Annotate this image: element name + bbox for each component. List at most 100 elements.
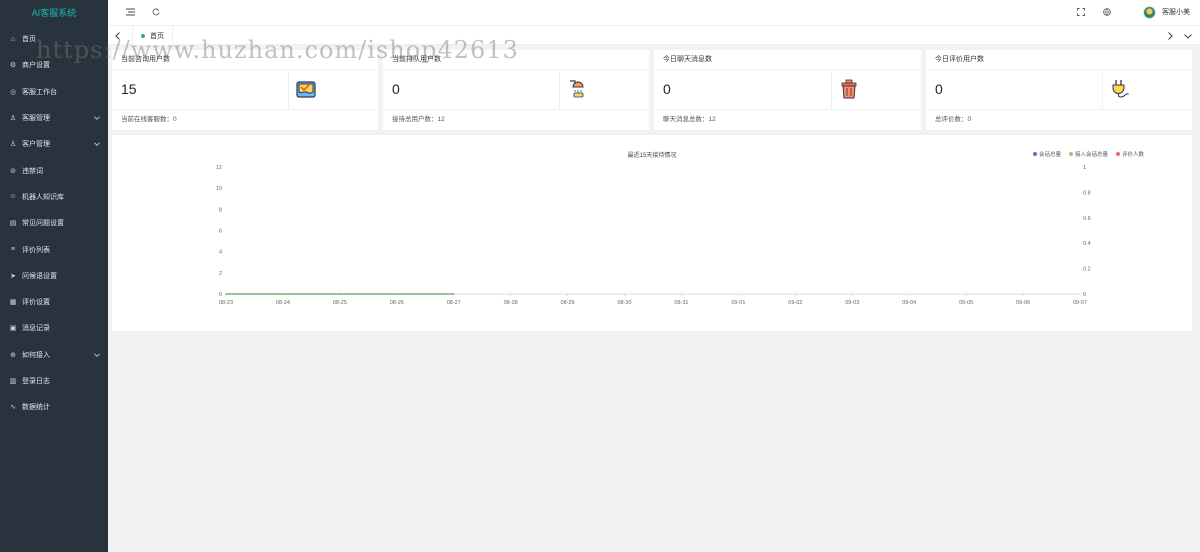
legend-label: 会话总量 — [1038, 152, 1061, 158]
x-tick-label: 08-31 — [674, 300, 688, 306]
robot-icon: ☺ — [9, 193, 17, 201]
sidebar-item[interactable]: ⌂ 首页 — [0, 26, 108, 52]
card-title: 当前咨询用户数 — [112, 50, 378, 70]
settings-icon: ⚙ — [9, 62, 17, 70]
sidebar-item-label: 违禁词 — [22, 167, 43, 175]
x-tick-label: 08-29 — [561, 300, 575, 306]
y-left-tick-label: 2 — [219, 271, 222, 277]
chevron-down-icon — [94, 116, 100, 120]
x-tick-label: 08-28 — [504, 300, 518, 306]
stat-card-queue: 当前排队用户数 0 接待总用户数：12 — [383, 50, 649, 130]
card-value: 0 — [935, 81, 943, 97]
users-icon: ♙ — [9, 141, 17, 149]
tab-bar: 首页 — [108, 26, 1200, 45]
y-right-tick-label: 0 — [1083, 292, 1086, 298]
y-left-tick-label: 12 — [216, 165, 222, 171]
stats-icon: ∿ — [10, 404, 16, 412]
x-tick-label: 08-23 — [219, 300, 233, 306]
sidebar-item[interactable]: ⊕ 如何接入 — [0, 342, 108, 368]
sidebar-item-label: 客服管理 — [22, 115, 50, 123]
x-tick-label: 08-24 — [276, 300, 290, 306]
y-right-tick-label: 0.2 — [1083, 267, 1091, 273]
y-right-tick-label: 0.8 — [1083, 190, 1091, 196]
sidebar-item-label: 商户设置 — [22, 62, 50, 70]
sidebar-item[interactable]: ☺ 机器人知识库 — [0, 184, 108, 210]
link-icon: ⊕ — [10, 351, 16, 359]
legend-dot — [1032, 152, 1037, 156]
data-point — [396, 293, 398, 295]
fullscreen-icon[interactable] — [1076, 7, 1086, 17]
x-tick-label: 08-25 — [333, 300, 347, 306]
sidebar-item-label: 首页 — [22, 36, 36, 44]
card-title: 今日聊天消息数 — [654, 50, 921, 70]
data-point — [225, 293, 227, 295]
language-icon[interactable] — [1102, 7, 1112, 17]
chart-legend: 会话总量 接入会话总量 评价人数 — [1032, 150, 1144, 158]
legend-item[interactable]: 会话总量 — [1032, 150, 1061, 158]
calendar-icon: ▦ — [9, 299, 17, 307]
avatar — [1143, 5, 1156, 19]
legend-dot — [1068, 152, 1073, 156]
sidebar-nav: ⌂ 首页 ⚙ 商户设置 ◎ 客服工作台 ♙ 客服管理 ♙ 客户管理 ⊘ 违禁词 ☺ 机器人知识库 ▤ 常见问题… — [0, 26, 108, 420]
home-icon: ⌂ — [10, 35, 16, 43]
sidebar-item-label: 登录日志 — [22, 378, 50, 385]
sidebar-item[interactable]: ∿ 数据统计 — [0, 394, 108, 420]
card-value: 0 — [663, 81, 671, 97]
sidebar: AI客服系统 ⌂ 首页 ⚙ 商户设置 ◎ 客服工作台 ♙ 客服管理 ♙ 客户管理 ⊘ 违禁词 ☺ 机器人知… — [0, 0, 108, 552]
x-tick-label: 09-07 — [1073, 300, 1087, 306]
y-right-tick-label: 0.6 — [1083, 216, 1091, 222]
sidebar-item[interactable]: ➤ 问候语设置 — [0, 263, 108, 289]
tab-prev-icon[interactable] — [108, 26, 127, 45]
data-point — [339, 293, 341, 295]
sidebar-item-label: 客户管理 — [22, 141, 50, 149]
user-menu[interactable]: 客服小美 — [1143, 5, 1190, 19]
sidebar-item[interactable]: ▣ 消息记录 — [0, 315, 108, 341]
message-icon: ▣ — [9, 325, 17, 333]
card-footer: 聊天消息总数：12 — [663, 116, 716, 123]
legend-item[interactable]: 评价人数 — [1115, 150, 1144, 158]
chart-panel: 0 2 4 6 8 10 12 0 0.2 0.4 0.6 0.8 1 08-23 08-24 08-25 08… — [112, 135, 1192, 331]
x-tick-label: 09-03 — [845, 300, 859, 306]
sidebar-item[interactable]: ⚙ 商户设置 — [0, 52, 108, 78]
sidebar-item[interactable]: ⊘ 违禁词 — [0, 157, 108, 183]
sidebar-item[interactable]: ▦ 评价设置 — [0, 289, 108, 315]
x-tick-label: 08-27 — [447, 300, 461, 306]
x-tick-label: 09-05 — [959, 300, 973, 306]
tab-home[interactable]: 首页 — [132, 26, 173, 45]
data-point — [452, 293, 455, 295]
sidebar-item-label: 机器人知识库 — [22, 193, 64, 201]
legend-label: 评价人数 — [1121, 152, 1144, 158]
list-icon: ≡ — [10, 246, 16, 254]
faq-icon: ▤ — [9, 220, 17, 228]
x-tick-label: 09-02 — [788, 300, 802, 306]
legend-item[interactable]: 接入会话总量 — [1068, 150, 1108, 158]
card-title: 今日评价用户数 — [926, 50, 1192, 70]
y-left-tick-label: 4 — [219, 250, 222, 256]
tab-dropdown-icon[interactable] — [1178, 26, 1197, 45]
legend-dot — [1115, 152, 1120, 156]
sidebar-item[interactable]: ▥ 登录日志 — [0, 368, 108, 394]
card-title: 当前排队用户数 — [383, 50, 649, 70]
menu-toggle-icon[interactable] — [125, 7, 135, 17]
sidebar-item[interactable]: ◎ 客服工作台 — [0, 79, 108, 105]
y-right-tick-label: 0.4 — [1083, 241, 1091, 247]
card-footer: 总评价数：0 — [935, 116, 972, 123]
tab-next-icon[interactable] — [1160, 26, 1179, 45]
plug-icon — [1112, 80, 1129, 98]
card-footer: 当前在线客服数：0 — [121, 116, 177, 123]
card-value: 0 — [392, 81, 400, 97]
chart-title: 最近15天接待情况 — [627, 153, 677, 159]
x-tick-label: 08-30 — [617, 300, 631, 306]
sidebar-item[interactable]: ≡ 评价列表 — [0, 236, 108, 262]
sidebar-item-label: 客服工作台 — [22, 88, 57, 96]
user-name: 客服小美 — [1162, 9, 1190, 16]
sidebar-item-label: 问候语设置 — [22, 272, 57, 280]
sidebar-item[interactable]: ♙ 客户管理 — [0, 131, 108, 157]
sidebar-item[interactable]: ▤ 常见问题设置 — [0, 210, 108, 236]
stat-card-reviews: 今日评价用户数 0 总评价数：0 — [926, 50, 1192, 130]
sidebar-item[interactable]: ♙ 客服管理 — [0, 105, 108, 131]
tab-label: 首页 — [150, 32, 164, 40]
workbench-icon: ◎ — [9, 88, 17, 96]
refresh-icon[interactable] — [151, 7, 161, 17]
stat-card-messages: 今日聊天消息数 0 聊天消息总数：12 — [654, 50, 921, 130]
